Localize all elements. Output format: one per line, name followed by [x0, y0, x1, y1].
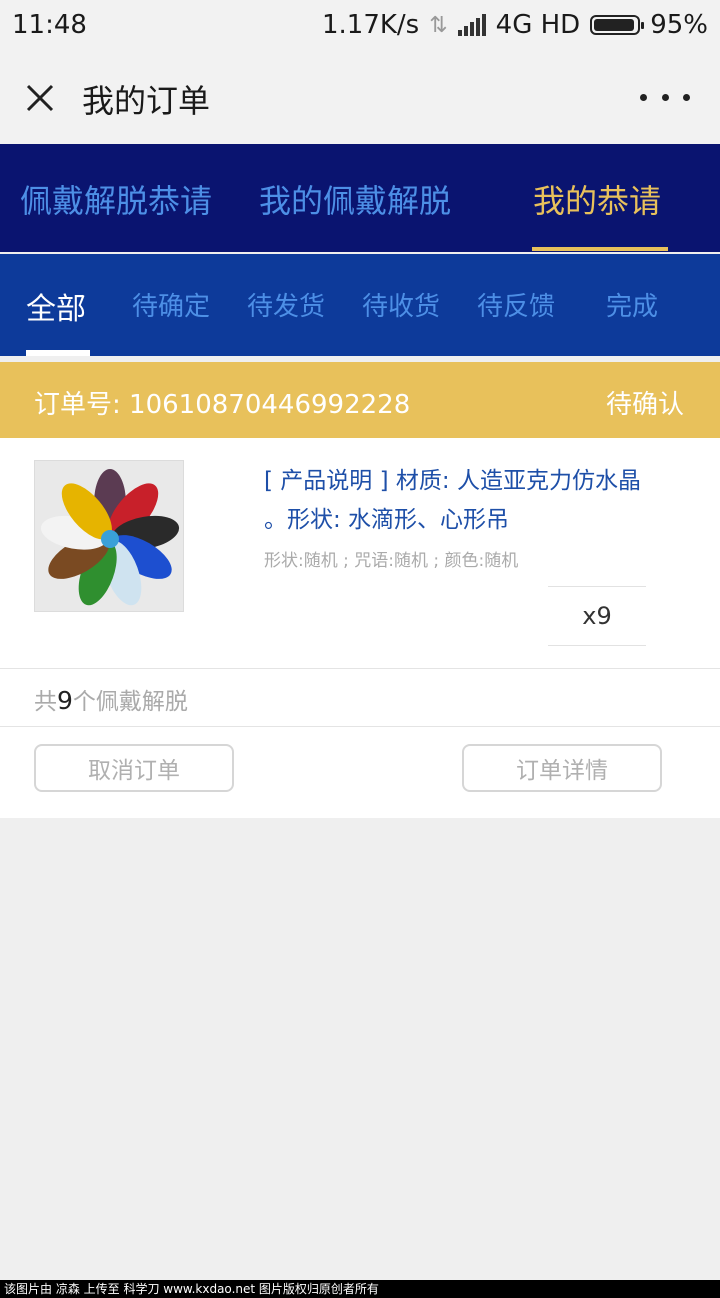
tab-my-request[interactable]: 我的恭请: [533, 176, 661, 222]
battery-percent: 95%: [650, 10, 708, 40]
tab-pending-receive[interactable]: 待收货: [362, 286, 440, 323]
tab-my-wear[interactable]: 我的佩戴解脱: [259, 176, 451, 222]
divider: [0, 668, 720, 669]
tab-complete[interactable]: 完成: [606, 286, 658, 323]
cancel-order-button[interactable]: 取消订单: [34, 744, 234, 792]
tab-pending-feedback[interactable]: 待反馈: [477, 286, 555, 323]
order-detail-button[interactable]: 订单详情: [462, 744, 662, 792]
page-title: 我的订单: [82, 82, 211, 120]
active-tab-indicator: [532, 247, 668, 251]
tab-pending-confirm[interactable]: 待确定: [132, 286, 210, 323]
battery-icon: [590, 15, 645, 35]
status-bar: 11:48 1.17K/s ⇅ 4G HD 95%: [0, 0, 720, 50]
order-status: 待确认: [605, 390, 684, 420]
more-icon[interactable]: [640, 80, 690, 114]
data-activity-icon: ⇅: [429, 12, 448, 38]
status-tabs: 全部 待确定 待发货 待收货 待反馈 完成: [0, 254, 720, 356]
close-icon[interactable]: [20, 78, 60, 118]
tab-pending-ship[interactable]: 待发货: [247, 286, 325, 323]
product-image[interactable]: [34, 460, 184, 612]
tab-all[interactable]: 全部: [26, 284, 86, 328]
signal-icon: [457, 14, 486, 36]
status-time: 11:48: [12, 10, 87, 40]
total-prefix: 共: [34, 689, 57, 715]
product-title[interactable]: [ 产品说明 ] 材质: 人造亚克力仿水晶 。形状: 水滴形、心形吊: [264, 462, 664, 540]
order-total: 共9个佩戴解脱: [34, 682, 188, 716]
quantity: x9: [548, 586, 646, 646]
top-tabs: 佩戴解脱恭请 我的佩戴解脱 我的恭请: [0, 144, 720, 252]
network-speed: 1.17K/s: [321, 10, 420, 40]
product-spec: 形状:随机 ; 咒语:随机 ; 颜色:随机: [264, 551, 519, 571]
divider: [0, 726, 720, 727]
order-number: 订单号: 10610870446992228: [34, 390, 411, 420]
watermark: 该图片由 凉森 上传至 科学刀 www.kxdao.net 图片版权归原创者所有: [0, 1280, 720, 1298]
status-indicators: 1.17K/s ⇅ 4G HD 95%: [322, 10, 708, 40]
nav-bar: 我的订单: [0, 50, 720, 144]
network-type: 4G HD: [495, 10, 581, 40]
order-header: 订单号: 10610870446992228 待确认: [0, 362, 720, 438]
order-card[interactable]: [ 产品说明 ] 材质: 人造亚克力仿水晶 。形状: 水滴形、心形吊 形状:随机…: [0, 438, 720, 818]
active-subtab-indicator: [26, 350, 90, 356]
total-suffix: 个佩戴解脱: [72, 689, 188, 715]
total-count: 9: [57, 686, 73, 715]
tab-wear-request[interactable]: 佩戴解脱恭请: [20, 176, 212, 222]
